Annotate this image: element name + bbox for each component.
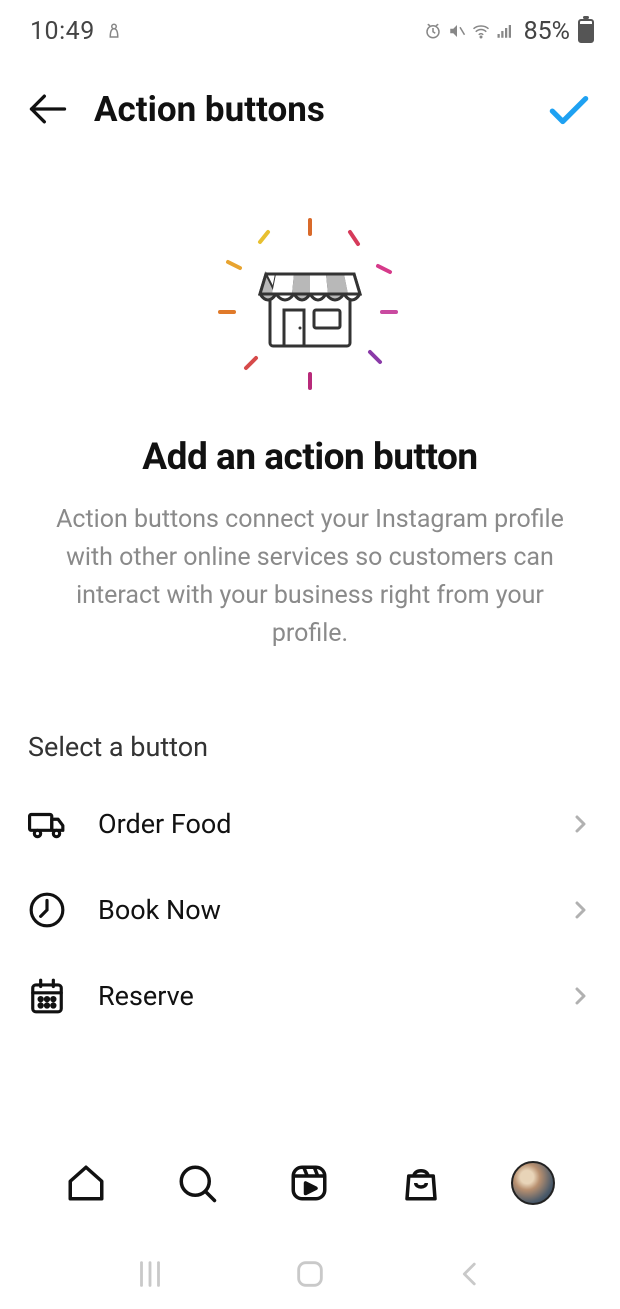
option-reserve[interactable]: Reserve <box>0 953 620 1039</box>
chevron-right-icon <box>568 984 592 1008</box>
hero-illustration <box>0 202 620 402</box>
shop-icon[interactable] <box>400 1162 442 1204</box>
chevron-right-icon <box>568 812 592 836</box>
option-book-now[interactable]: Book Now <box>0 867 620 953</box>
option-label: Order Food <box>66 808 568 840</box>
app-bottom-nav <box>0 1147 620 1219</box>
hero-title: Add an action button <box>0 436 620 479</box>
status-bar: 10:49 85% <box>0 0 620 58</box>
calendar-icon <box>28 977 66 1015</box>
hero-description: Action buttons connect your Instagram pr… <box>0 479 620 653</box>
clock-icon <box>28 891 66 929</box>
back-system-icon[interactable] <box>453 1257 487 1291</box>
option-label: Book Now <box>66 894 568 926</box>
signal-icon <box>496 22 514 40</box>
section-label: Select a button <box>0 653 620 781</box>
option-label: Reserve <box>66 980 568 1012</box>
system-nav <box>0 1247 620 1301</box>
battery-percentage: 85% <box>524 17 570 46</box>
storefront-icon <box>210 202 410 402</box>
back-arrow-icon[interactable] <box>26 87 70 131</box>
status-right: 85% <box>424 17 594 46</box>
page-title: Action buttons <box>70 89 544 130</box>
page-header: Action buttons <box>0 58 620 154</box>
home-icon[interactable] <box>65 1162 107 1204</box>
truck-icon <box>28 805 66 843</box>
app-indicator-icon <box>105 22 123 40</box>
recents-icon[interactable] <box>133 1257 167 1291</box>
option-order-food[interactable]: Order Food <box>0 781 620 867</box>
home-system-icon[interactable] <box>293 1257 327 1291</box>
chevron-right-icon <box>568 898 592 922</box>
reels-icon[interactable] <box>288 1162 330 1204</box>
mute-icon <box>448 22 466 40</box>
confirm-check-icon[interactable] <box>544 84 594 134</box>
status-left: 10:49 <box>30 17 123 46</box>
alarm-icon <box>424 22 442 40</box>
battery-icon <box>578 19 594 43</box>
search-icon[interactable] <box>176 1162 218 1204</box>
status-time: 10:49 <box>30 17 95 46</box>
profile-avatar[interactable] <box>511 1161 555 1205</box>
wifi-icon <box>472 22 490 40</box>
